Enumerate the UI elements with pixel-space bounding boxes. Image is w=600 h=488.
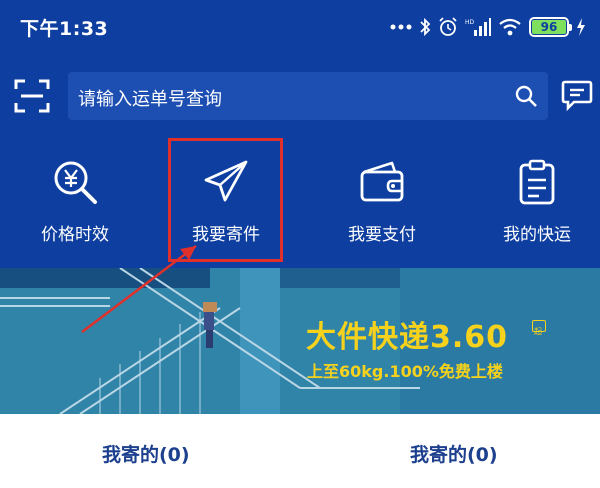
banner-headline: 大件快递3.60 bbox=[306, 320, 509, 355]
battery-icon: 96 bbox=[529, 17, 572, 37]
message-icon[interactable] bbox=[560, 78, 594, 112]
status-bar: 下午1:33 HD 96 bbox=[0, 0, 600, 52]
banner-subline: 上至60kg.100%免费上楼 bbox=[307, 362, 503, 381]
status-icons: HD 96 bbox=[390, 14, 586, 40]
action-label-pay: 我要支付 bbox=[348, 225, 416, 245]
wallet-icon bbox=[358, 158, 406, 206]
more-dots-icon bbox=[390, 24, 412, 30]
banner-staircase-illustration bbox=[0, 268, 600, 414]
banner-badge: 起 bbox=[532, 320, 546, 336]
action-pay[interactable]: 我要支付 bbox=[322, 150, 442, 258]
alarm-icon bbox=[438, 17, 458, 37]
action-my-shipments[interactable]: 我的快运 bbox=[477, 150, 597, 258]
charging-icon bbox=[576, 17, 586, 37]
scan-icon[interactable] bbox=[12, 76, 52, 116]
action-label-price-time: 价格时效 bbox=[41, 225, 109, 245]
tab-received[interactable]: 我寄的(0) bbox=[410, 440, 498, 467]
search-icon[interactable] bbox=[514, 84, 538, 108]
tab-sent[interactable]: 我寄的(0) bbox=[102, 440, 190, 467]
banner-badge-mark: 起 bbox=[534, 327, 542, 336]
action-price-time[interactable]: 价格时效 bbox=[15, 150, 135, 258]
clipboard-icon bbox=[513, 158, 561, 206]
highlight-annotation bbox=[168, 138, 283, 262]
battery-level: 96 bbox=[532, 20, 566, 34]
svg-text:起: 起 bbox=[534, 327, 542, 336]
app-header: 下午1:33 HD 96 请输入运单号查询 价格时效 我要寄件 我要支付 我的快… bbox=[0, 0, 600, 268]
promo-banner[interactable]: 大件快递3.60 起 上至60kg.100%免费上楼 bbox=[0, 268, 600, 414]
search-input[interactable]: 请输入运单号查询 bbox=[68, 72, 548, 120]
signal-hd-label: HD bbox=[465, 19, 475, 26]
shipment-tabs: 我寄的(0) 我寄的(0) bbox=[0, 414, 600, 488]
wifi-icon bbox=[498, 17, 522, 37]
status-time: 下午1:33 bbox=[20, 18, 109, 40]
cell-signal-icon: HD bbox=[465, 17, 491, 37]
price-search-icon bbox=[51, 158, 99, 206]
bluetooth-icon bbox=[419, 17, 431, 37]
action-label-my-shipments: 我的快运 bbox=[503, 225, 571, 245]
search-placeholder: 请输入运单号查询 bbox=[78, 89, 222, 110]
